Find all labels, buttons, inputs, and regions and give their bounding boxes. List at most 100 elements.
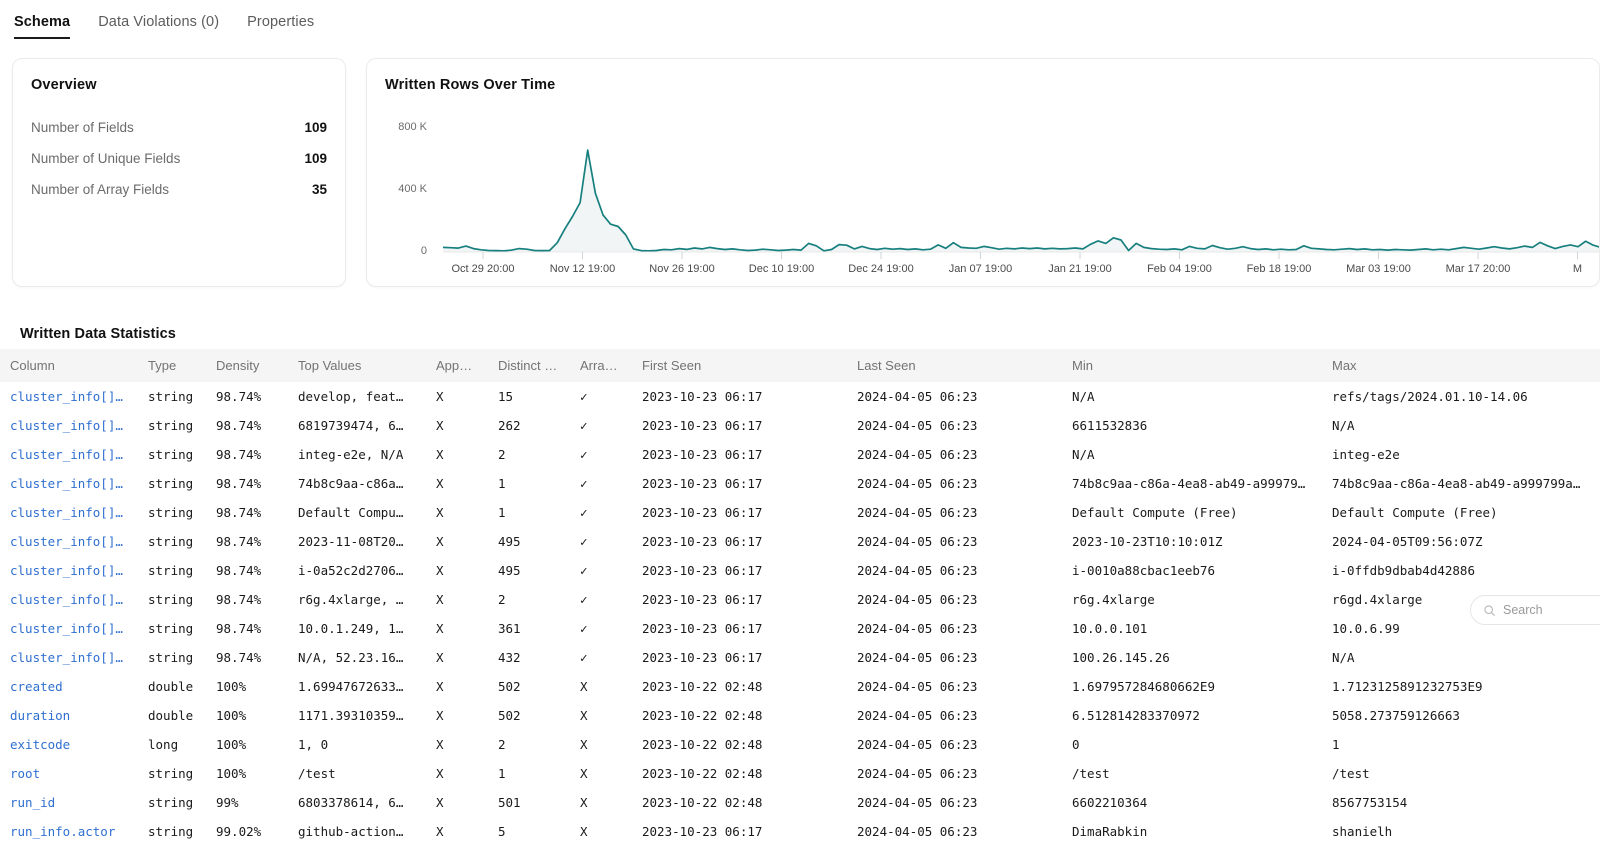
table-cell: X	[426, 672, 488, 701]
table-header-cell[interactable]: Appear…	[426, 349, 488, 382]
table-cell-column-name[interactable]: run_info.actor	[0, 817, 138, 846]
table-cell: X	[570, 701, 632, 730]
table-row[interactable]: exitcodelong100%1, 0X2X2023-10-22 02:482…	[0, 730, 1600, 759]
tab-schema[interactable]: Schema	[14, 14, 70, 39]
table-cell-column-name[interactable]: cluster_info[]…	[0, 585, 138, 614]
table-header-cell[interactable]: Column	[0, 349, 138, 382]
table-row[interactable]: cluster_info[]…string98.74%6819739474, 6…	[0, 411, 1600, 440]
table-cell: ✓	[570, 614, 632, 643]
table-header-cell[interactable]: Last Seen	[847, 349, 1062, 382]
table-cell: 262	[488, 411, 570, 440]
table-cell: string	[138, 469, 206, 498]
stats-table-scroll[interactable]: ColumnTypeDensityTop ValuesAppear…Distin…	[0, 349, 1600, 846]
table-header-row: ColumnTypeDensityTop ValuesAppear…Distin…	[0, 349, 1600, 382]
table-cell-column-name[interactable]: cluster_info[]…	[0, 382, 138, 411]
table-cell: ✓	[570, 440, 632, 469]
overview-list: Number of Fields109Number of Unique Fiel…	[31, 112, 327, 205]
table-cell: integ-e2e	[1322, 440, 1600, 469]
table-cell: github-action…	[288, 817, 426, 846]
table-cell: 2023-10-23 06:17	[632, 643, 847, 672]
table-header-cell[interactable]: Density	[206, 349, 288, 382]
table-cell-column-name[interactable]: cluster_info[]…	[0, 527, 138, 556]
table-header-cell[interactable]: Top Values	[288, 349, 426, 382]
table-cell: 99%	[206, 788, 288, 817]
table-row[interactable]: cluster_info[]…string98.74%r6g.4xlarge, …	[0, 585, 1600, 614]
chart-x-tick-label: Mar 03 19:00	[1346, 263, 1411, 275]
table-cell-column-name[interactable]: cluster_info[]…	[0, 643, 138, 672]
table-cell: 2024-04-05 06:23	[847, 527, 1062, 556]
table-cell: 2023-10-23 06:17	[632, 411, 847, 440]
table-cell: 495	[488, 556, 570, 585]
table-cell: X	[426, 730, 488, 759]
table-cell: X	[426, 788, 488, 817]
chart-plot-area[interactable]: 800 K400 K0Oct 29 20:00Nov 12 19:00Nov 2…	[385, 105, 1600, 287]
table-cell: 2023-10-23 06:17	[632, 527, 847, 556]
table-row[interactable]: durationdouble100%1171.39310359…X502X202…	[0, 701, 1600, 730]
chart-x-tick-label: Nov 12 19:00	[550, 263, 615, 275]
table-cell: ✓	[570, 469, 632, 498]
stats-header: Written Data Statistics	[0, 287, 1600, 349]
table-row[interactable]: cluster_info[]…string98.74%develop, feat…	[0, 382, 1600, 411]
table-cell-column-name[interactable]: duration	[0, 701, 138, 730]
table-row[interactable]: cluster_info[]…string98.74%integ-e2e, N/…	[0, 440, 1600, 469]
table-row[interactable]: run_idstring99%6803378614, 6…X501X2023-1…	[0, 788, 1600, 817]
tab-bar: Schema Data Violations (0) Properties	[0, 0, 1600, 48]
table-row[interactable]: cluster_info[]…string98.74%i-0a52c2d2706…	[0, 556, 1600, 585]
table-row[interactable]: cluster_info[]…string98.74%10.0.1.249, 1…	[0, 614, 1600, 643]
chart-area-fill	[443, 150, 1600, 252]
table-cell: 99.02%	[206, 817, 288, 846]
chart-y-tick-label: 400 K	[385, 183, 427, 195]
table-cell-column-name[interactable]: cluster_info[]…	[0, 411, 138, 440]
table-cell-column-name[interactable]: cluster_info[]…	[0, 498, 138, 527]
table-row[interactable]: rootstring100%/testX1X2023-10-22 02:4820…	[0, 759, 1600, 788]
table-cell: 1.69947672633…	[288, 672, 426, 701]
tab-data-violations-0[interactable]: Data Violations (0)	[98, 14, 219, 37]
table-cell: 2023-10-22 02:48	[632, 788, 847, 817]
table-cell: string	[138, 498, 206, 527]
table-cell: N/A	[1062, 440, 1322, 469]
table-cell: ✓	[570, 527, 632, 556]
table-row[interactable]: cluster_info[]…string98.74%Default Compu…	[0, 498, 1600, 527]
chart-x-tick-label: M	[1573, 263, 1582, 275]
table-cell-column-name[interactable]: run_id	[0, 788, 138, 817]
table-cell: 98.74%	[206, 382, 288, 411]
table-cell: 502	[488, 672, 570, 701]
table-cell: shanielh	[1322, 817, 1600, 846]
stats-title: Written Data Statistics	[20, 326, 176, 342]
table-cell: double	[138, 672, 206, 701]
search-input[interactable]: Search	[1470, 595, 1600, 625]
table-cell: 98.74%	[206, 556, 288, 585]
table-header-cell[interactable]: Distinct Va…	[488, 349, 570, 382]
table-cell-column-name[interactable]: exitcode	[0, 730, 138, 759]
chart-x-tick-label: Feb 18 19:00	[1247, 263, 1312, 275]
table-cell: 100%	[206, 701, 288, 730]
table-cell-column-name[interactable]: root	[0, 759, 138, 788]
table-header-cell[interactable]: Min	[1062, 349, 1322, 382]
tab-properties[interactable]: Properties	[247, 14, 314, 37]
table-cell-column-name[interactable]: cluster_info[]…	[0, 469, 138, 498]
table-cell-column-name[interactable]: cluster_info[]…	[0, 556, 138, 585]
table-cell-column-name[interactable]: created	[0, 672, 138, 701]
table-cell: 1.7123125891232753E9	[1322, 672, 1600, 701]
table-cell: double	[138, 701, 206, 730]
table-row[interactable]: cluster_info[]…string98.74%N/A, 52.23.16…	[0, 643, 1600, 672]
table-header-cell[interactable]: Type	[138, 349, 206, 382]
table-cell: 2024-04-05 06:23	[847, 730, 1062, 759]
table-head: ColumnTypeDensityTop ValuesAppear…Distin…	[0, 349, 1600, 382]
table-cell: 2023-10-22 02:48	[632, 730, 847, 759]
table-cell-column-name[interactable]: cluster_info[]…	[0, 440, 138, 469]
table-cell: X	[426, 440, 488, 469]
table-cell: 2023-10-23 06:17	[632, 614, 847, 643]
table-cell-column-name[interactable]: cluster_info[]…	[0, 614, 138, 643]
table-header-cell[interactable]: Max	[1322, 349, 1600, 382]
table-row[interactable]: cluster_info[]…string98.74%74b8c9aa-c86a…	[0, 469, 1600, 498]
table-header-cell[interactable]: Array Fi…	[570, 349, 632, 382]
table-cell: 98.74%	[206, 469, 288, 498]
table-cell: 2024-04-05 06:23	[847, 469, 1062, 498]
table-cell: r6g.4xlarge, …	[288, 585, 426, 614]
table-cell: X	[426, 556, 488, 585]
table-row[interactable]: createddouble100%1.69947672633…X502X2023…	[0, 672, 1600, 701]
table-header-cell[interactable]: First Seen	[632, 349, 847, 382]
table-row[interactable]: run_info.actorstring99.02%github-action……	[0, 817, 1600, 846]
table-row[interactable]: cluster_info[]…string98.74%2023-11-08T20…	[0, 527, 1600, 556]
